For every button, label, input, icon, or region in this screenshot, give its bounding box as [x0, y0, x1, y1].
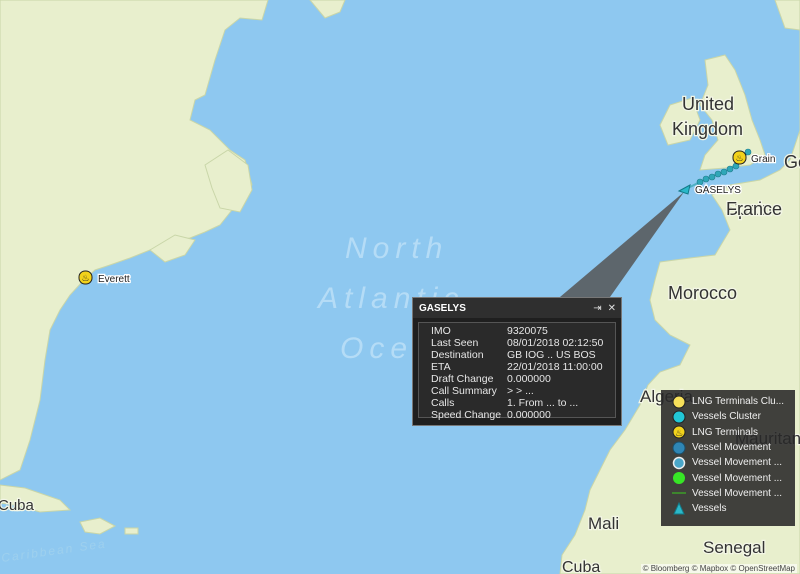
cyan-circle-icon [671, 410, 687, 424]
country-label: Ge [784, 152, 800, 172]
pin-icon[interactable]: ⇥ [593, 303, 601, 314]
popup-body: IMO 9320075 Last Seen 08/01/2018 02:12:50 … [418, 322, 616, 421]
legend-label: Vessel Movement [692, 442, 771, 454]
row-key: Speed Change [431, 409, 502, 421]
row-value: 0.000000 [507, 409, 551, 421]
legend-label: Vessels [692, 503, 727, 515]
svg-text:♨: ♨ [735, 153, 743, 163]
row-key: Destination [431, 349, 484, 361]
country-label: United [682, 94, 734, 114]
map-credit[interactable]: © Bloomberg © Mapbox © OpenStreetMap [640, 564, 797, 573]
country-label: France [726, 199, 782, 219]
legend-label: LNG Terminals Clu... [692, 396, 785, 408]
row-value: 9320075 [507, 325, 548, 337]
yellow-circle-icon [671, 395, 687, 409]
popup-header: GASELYS ⇥ ✕ [413, 298, 621, 318]
legend-item[interactable]: Vessels [671, 501, 795, 516]
legend-label: Vessels Cluster [692, 411, 761, 423]
legend-item[interactable]: Vessel Movement [671, 440, 795, 455]
country-label: Kingdom [672, 119, 743, 139]
ocean-label: North [345, 232, 448, 265]
row-value: > > ... [507, 385, 534, 397]
legend-item[interactable]: Vessel Movement ... [671, 455, 795, 470]
teal-circle-icon [671, 441, 687, 455]
legend-label: LNG Terminals [692, 426, 758, 438]
puerto-rico-land [124, 527, 139, 535]
popup-row: Draft Change 0.000000 [431, 373, 615, 385]
vessel-arrow-icon [671, 501, 687, 516]
vessel-info-popup: GASELYS ⇥ ✕ IMO 9320075 Last Seen 08/01/20… [412, 297, 622, 426]
popup-row: Destination GB IOG .. US BOS [431, 349, 615, 361]
country-label: Morocco [668, 283, 737, 303]
popup-row: Calls 1. From ... to ... [431, 397, 615, 409]
legend-item[interactable]: LNG Terminals Clu... [671, 394, 795, 409]
row-key: Last Seen [431, 337, 479, 349]
row-value: 08/01/2018 02:12:50 [507, 337, 604, 349]
popup-row: Speed Change 0.000000 [431, 409, 615, 421]
row-key: Calls [431, 397, 455, 409]
terminal-label-grain: Grain [751, 154, 775, 165]
terminal-marker-grain[interactable]: ♨ [732, 150, 747, 165]
row-value: GB IOG .. US BOS [507, 349, 596, 361]
green-circle-icon [671, 471, 687, 485]
popup-row: Last Seen 08/01/2018 02:12:50 [431, 337, 615, 349]
popup-title: GASELYS [419, 302, 466, 314]
popup-row: ETA 22/01/2018 11:00:00 [431, 361, 615, 373]
row-value: 1. From ... to ... [507, 397, 579, 409]
ring-circle-icon [671, 456, 687, 470]
popup-row: IMO 9320075 [431, 325, 615, 337]
vessel-label: GASELYS [695, 185, 741, 196]
svg-text:♨: ♨ [81, 273, 89, 283]
legend-item[interactable]: Vessel Movement ... [671, 486, 795, 501]
row-key: ETA [431, 361, 451, 373]
svg-text:♨: ♨ [675, 429, 683, 439]
popup-row: Call Summary > > ... [431, 385, 615, 397]
country-label: Mali [588, 514, 619, 533]
row-key: Call Summary [431, 385, 497, 397]
legend-label: Vessel Movement ... [692, 472, 783, 484]
close-icon[interactable]: ✕ [608, 303, 616, 314]
country-label: Senegal [703, 538, 765, 557]
country-label: Cuba [562, 559, 600, 574]
green-line-icon [671, 486, 687, 500]
row-value: 22/01/2018 11:00:00 [507, 361, 603, 373]
row-key: Draft Change [431, 373, 494, 385]
lng-terminal-icon: ♨ [671, 425, 687, 439]
country-label: Cuba [0, 497, 35, 514]
row-key: IMO [431, 325, 451, 337]
legend-label: Vessel Movement ... [692, 457, 783, 469]
terminal-marker-everett[interactable]: ♨ [78, 270, 93, 285]
legend-label: Vessel Movement ... [692, 487, 783, 499]
row-value: 0.000000 [507, 373, 551, 385]
legend-item[interactable]: ♨ LNG Terminals [671, 425, 795, 440]
map-legend: LNG Terminals Clu... Vessels Cluster ♨ L… [661, 390, 795, 526]
terminal-label-everett: Everett [98, 274, 130, 285]
legend-item[interactable]: Vessels Cluster [671, 409, 795, 424]
legend-item[interactable]: Vessel Movement ... [671, 470, 795, 485]
